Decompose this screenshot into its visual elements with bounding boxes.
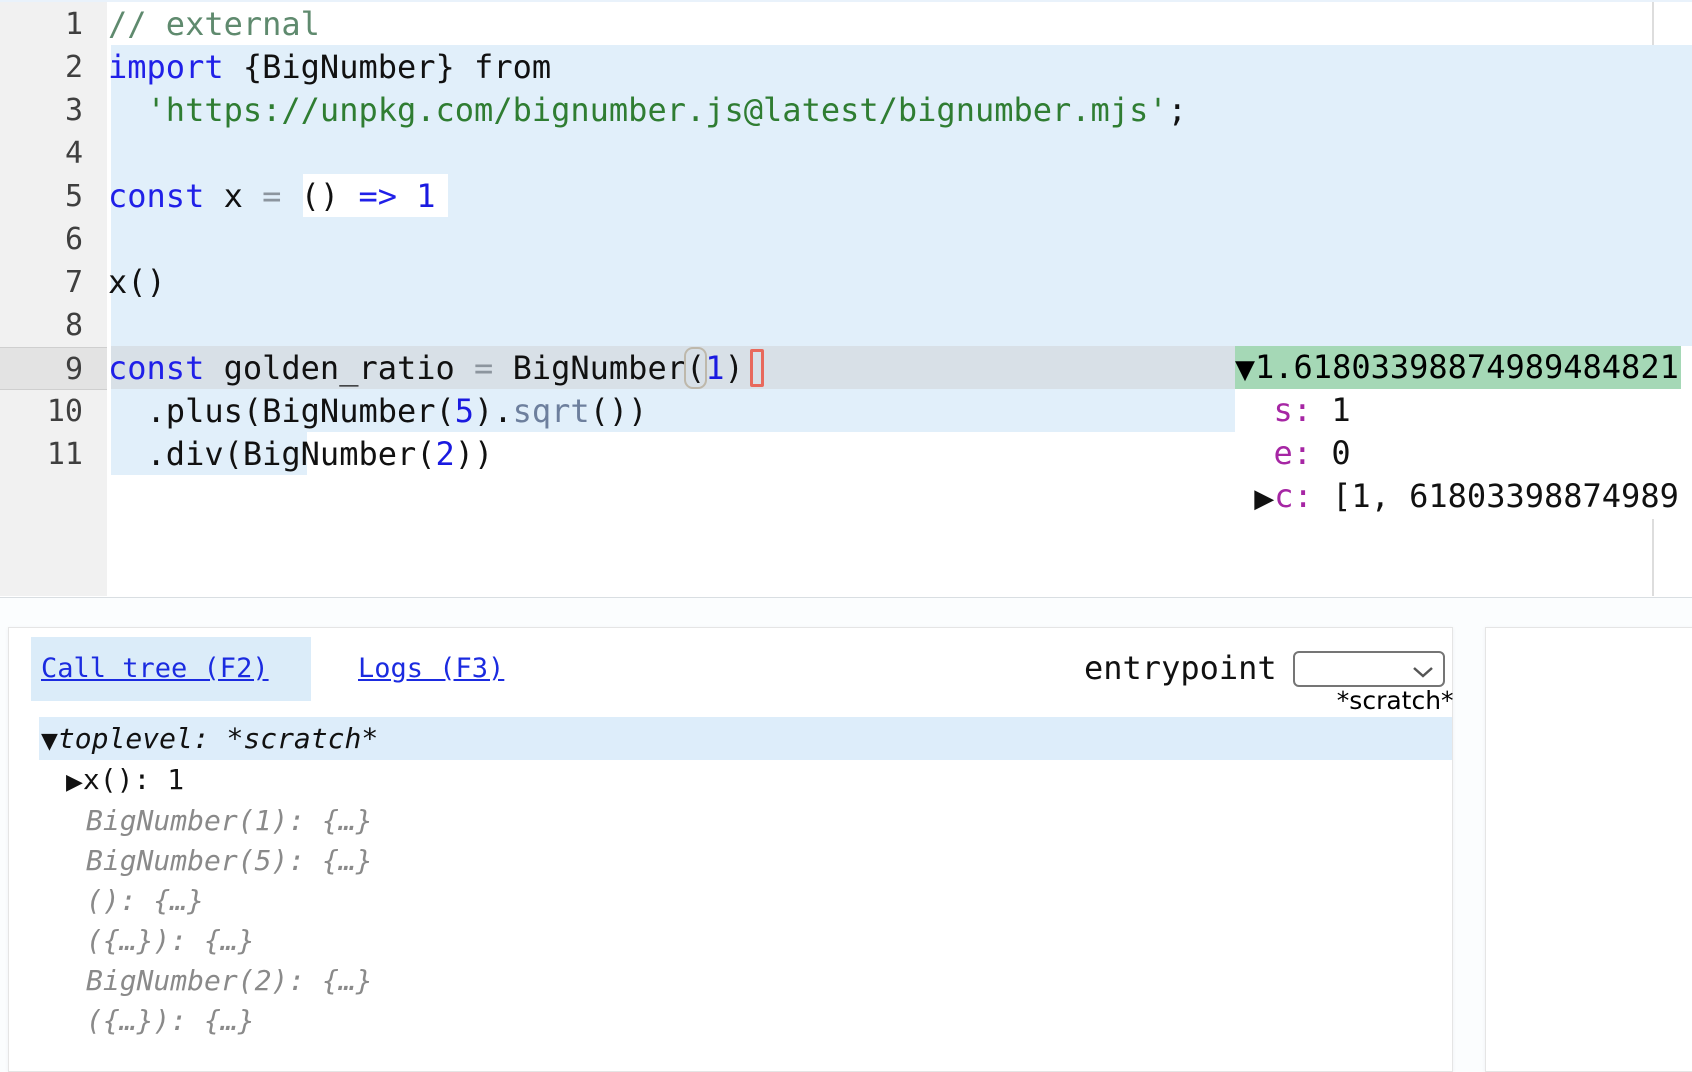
code-line[interactable]: // external [108,3,320,46]
code-token: 1 [705,349,724,387]
line-number: 4 [0,132,83,175]
line-number: 2 [0,46,83,89]
call-tree-panel: Call tree (F2) Logs (F3) entrypoint *scr… [8,627,1453,1072]
code-token: ). [474,392,513,430]
line-number-gutter: 1234567891011 [0,2,107,596]
collapse-triangle-icon[interactable]: ▼ [1235,355,1255,385]
code-token: 5 [455,392,474,430]
call-tree-row[interactable]: ({…}): {…} [39,1001,1452,1041]
expand-triangle-icon[interactable]: ▶ [1254,484,1274,514]
cursor-error-box [750,349,764,387]
collapse-triangle-icon[interactable]: ▼ [41,729,58,754]
code-token: BigNumber [493,349,686,387]
property-value: 1 [1312,391,1351,429]
entrypoint-select[interactable]: *scratch* [1293,651,1445,687]
call-tree-row-label: x(): 1 [83,763,184,796]
code-token: const [108,177,204,215]
call-tree-row[interactable]: ({…}): {…} [39,921,1452,961]
tab-call-tree[interactable]: Call tree (F2) [41,651,269,687]
call-tree-row[interactable]: (): {…} [39,881,1452,921]
line-number: 9 [0,347,107,390]
code-token: = [474,349,493,387]
line-number: 1 [0,3,83,46]
property-value: [1, 61803398874989 [1313,477,1679,515]
call-tree-row-label: ({…}): {…} [86,1004,255,1037]
code-token: sqrt [513,392,590,430]
code-token: .plus(BigNumber( [108,392,455,430]
call-tree-row[interactable]: BigNumber(2): {…} [39,961,1452,1001]
code-token: import [108,48,224,86]
call-tree-row[interactable]: BigNumber(5): {…} [39,841,1452,881]
property-value: 0 [1312,434,1351,472]
code-token: 1 [416,177,435,215]
code-line[interactable]: .plus(BigNumber(5).sqrt()) [108,390,647,433]
code-token: x [204,177,262,215]
entrypoint-label: entrypoint [1084,647,1277,690]
call-tree-row[interactable]: BigNumber(1): {…} [39,801,1452,841]
code-editor[interactable]: 1234567891011 // externalimport {BigNumb… [0,0,1692,598]
object-property-row[interactable]: ▶c: [1, 61803398874989 [1235,475,1692,518]
inline-result-inspector[interactable]: ▼1.61803398874989484821 s: 1 e: 0 ▶c: [1… [1235,346,1692,519]
line-number: 8 [0,304,83,347]
code-token [397,177,416,215]
entrypoint-selected-value: *scratch* [1337,686,1454,715]
code-line[interactable]: 'https://unpkg.com/bignumber.js@latest/b… [108,89,1187,132]
code-token: .div(BigNumber( [108,435,436,473]
matched-bracket: ( [686,349,705,387]
property-key: s: [1274,391,1313,429]
code-token: = [262,177,281,215]
code-token: () [281,177,358,215]
result-value-row[interactable]: ▼1.61803398874989484821 [1235,346,1681,389]
chevron-down-icon [1412,666,1434,678]
code-token: ()) [590,392,648,430]
code-token: 2 [436,435,455,473]
code-line[interactable]: x() [108,261,166,304]
code-token: )) [455,435,494,473]
code-token [108,91,147,129]
line-number: 5 [0,175,83,218]
code-token: // external [108,5,320,43]
expand-triangle-icon[interactable]: ▶ [66,770,83,795]
side-panel [1485,627,1692,1072]
code-token: ; [1168,91,1187,129]
code-line[interactable]: import {BigNumber} from [108,46,551,89]
call-tree-row[interactable]: ▼toplevel: *scratch* [39,717,1452,760]
call-tree-row[interactable]: ▶x(): 1 [39,760,1452,800]
line-number: 10 [0,390,83,433]
code-line[interactable]: const x = () => 1 [108,175,436,218]
call-tree-row-label: BigNumber(1): {…} [86,804,373,837]
object-property-row: s: 1 [1235,389,1692,432]
object-property-row: e: 0 [1235,432,1692,475]
call-tree-row-label: BigNumber(2): {…} [86,964,373,997]
property-key: e: [1274,434,1313,472]
call-tree-row-label: toplevel: *scratch* [58,722,378,755]
code-token: 'https://unpkg.com/bignumber.js@latest/b… [147,91,1168,129]
code-line[interactable]: .div(BigNumber(2)) [108,433,493,476]
call-tree-row-label: ({…}): {…} [86,924,255,957]
code-line[interactable]: const golden_ratio = BigNumber(1) [108,347,744,390]
code-token: => [358,177,397,215]
property-key: c: [1274,477,1313,515]
call-tree-row-label: (): {…} [86,884,204,917]
code-token: golden_ratio [204,349,474,387]
tab-logs[interactable]: Logs (F3) [358,651,504,687]
code-token: const [108,349,204,387]
call-tree-row-label: BigNumber(5): {…} [86,844,373,877]
code-token: {BigNumber} from [224,48,552,86]
result-value: 1.61803398874989484821 [1255,348,1679,386]
line-number: 6 [0,218,83,261]
code-token: x() [108,263,166,301]
code-token: ) [725,349,744,387]
line-number: 11 [0,433,83,476]
line-number: 3 [0,89,83,132]
line-number: 7 [0,261,83,304]
